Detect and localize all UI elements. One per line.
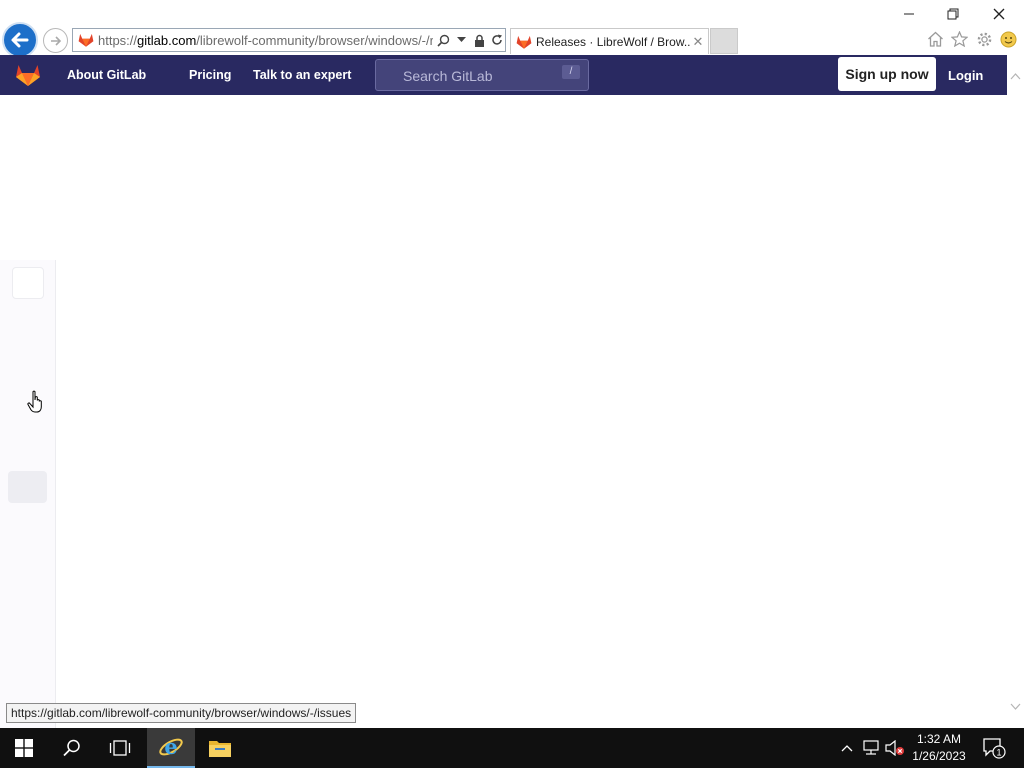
tab-releases[interactable]: Releases · LibreWolf / Brow... ✕ xyxy=(510,28,709,54)
search-icon xyxy=(63,739,80,757)
taskbar-file-explorer[interactable] xyxy=(197,728,243,768)
refresh-icon[interactable] xyxy=(489,32,505,48)
minimize-button[interactable] xyxy=(886,2,932,26)
browser-chrome: https://gitlab.com/librewolf-community/b… xyxy=(0,0,1024,58)
hand-cursor-icon xyxy=(27,390,42,413)
action-center-button[interactable]: 1 xyxy=(980,728,1008,768)
sidebar-item-placeholder[interactable] xyxy=(8,471,47,503)
close-window-button[interactable] xyxy=(976,2,1022,26)
favorites-star-icon[interactable] xyxy=(949,29,969,49)
search-placeholder: Search GitLab xyxy=(403,68,493,84)
nav-about-gitlab[interactable]: About GitLab xyxy=(67,68,146,82)
gitlab-favicon-icon xyxy=(516,35,532,49)
gitlab-favicon-icon xyxy=(78,33,94,47)
start-button[interactable] xyxy=(0,728,48,768)
home-icon[interactable] xyxy=(925,29,945,49)
screen: https://gitlab.com/librewolf-community/b… xyxy=(0,0,1024,768)
windows-taskbar: e 1:32 AM 1/26/2023 1 xyxy=(0,728,1024,768)
windows-logo-icon xyxy=(15,739,33,757)
dropdown-arrow-icon[interactable] xyxy=(453,32,469,48)
new-tab-button[interactable] xyxy=(710,28,738,54)
notification-count: 1 xyxy=(996,748,1001,758)
url-domain: gitlab.com xyxy=(137,32,197,48)
taskbar-internet-explorer[interactable]: e xyxy=(147,728,195,768)
project-sidebar xyxy=(0,260,56,728)
gitlab-navbar: About GitLab Pricing Talk to an expert S… xyxy=(0,55,1007,95)
restore-icon xyxy=(947,8,959,20)
clock-time: 1:32 AM xyxy=(916,732,962,746)
sign-up-button[interactable]: Sign up now xyxy=(838,57,936,91)
network-icon[interactable] xyxy=(860,728,882,768)
tab-title: Releases · LibreWolf / Brow... xyxy=(536,34,690,49)
vertical-scrollbar[interactable] xyxy=(1007,55,1024,728)
lock-icon[interactable] xyxy=(471,32,487,48)
internet-explorer-icon: e xyxy=(159,734,183,759)
forward-arrow-icon xyxy=(50,35,61,46)
minimize-icon xyxy=(904,13,914,15)
back-button[interactable] xyxy=(2,22,38,58)
show-hidden-icons-button[interactable] xyxy=(838,728,856,768)
task-view-button[interactable] xyxy=(96,728,144,768)
chevron-up-icon xyxy=(841,745,853,752)
search-shortcut-badge: / xyxy=(562,65,580,79)
folder-icon xyxy=(209,741,231,757)
address-bar[interactable]: https://gitlab.com/librewolf-community/b… xyxy=(72,28,506,52)
status-url-tooltip: https://gitlab.com/librewolf-community/b… xyxy=(6,703,357,723)
svg-text:e: e xyxy=(164,734,177,759)
url-path: /librewolf-community/browser/windows/-/r… xyxy=(196,32,433,48)
url-scheme: https:// xyxy=(98,32,138,48)
login-link[interactable]: Login xyxy=(948,68,983,83)
search-input[interactable]: Search GitLab / xyxy=(375,59,589,91)
sidebar-avatar-placeholder[interactable] xyxy=(12,267,44,299)
url-text[interactable]: https://gitlab.com/librewolf-community/b… xyxy=(98,33,433,48)
scroll-down-icon[interactable] xyxy=(1010,701,1021,712)
system-clock[interactable]: 1:32 AM 1/26/2023 xyxy=(906,731,972,765)
nav-pricing[interactable]: Pricing xyxy=(189,68,231,82)
volume-muted-icon[interactable] xyxy=(884,728,906,768)
search-icon[interactable] xyxy=(435,32,451,48)
page-content xyxy=(0,95,1007,728)
settings-gear-icon[interactable] xyxy=(974,29,994,49)
restore-button[interactable] xyxy=(930,2,976,26)
feedback-smiley-icon[interactable] xyxy=(998,29,1018,49)
forward-button[interactable] xyxy=(43,28,68,53)
task-view-icon xyxy=(109,740,131,756)
notification-icon: 1 xyxy=(983,738,1006,759)
gitlab-logo-icon[interactable] xyxy=(15,63,41,87)
clock-date: 1/26/2023 xyxy=(912,749,966,763)
scroll-up-icon[interactable] xyxy=(1010,71,1021,82)
close-icon xyxy=(993,8,1005,20)
taskbar-search-button[interactable] xyxy=(48,728,96,768)
nav-talk-to-expert[interactable]: Talk to an expert xyxy=(253,68,351,82)
tab-close-icon[interactable]: ✕ xyxy=(690,34,706,50)
back-arrow-icon xyxy=(11,32,29,48)
